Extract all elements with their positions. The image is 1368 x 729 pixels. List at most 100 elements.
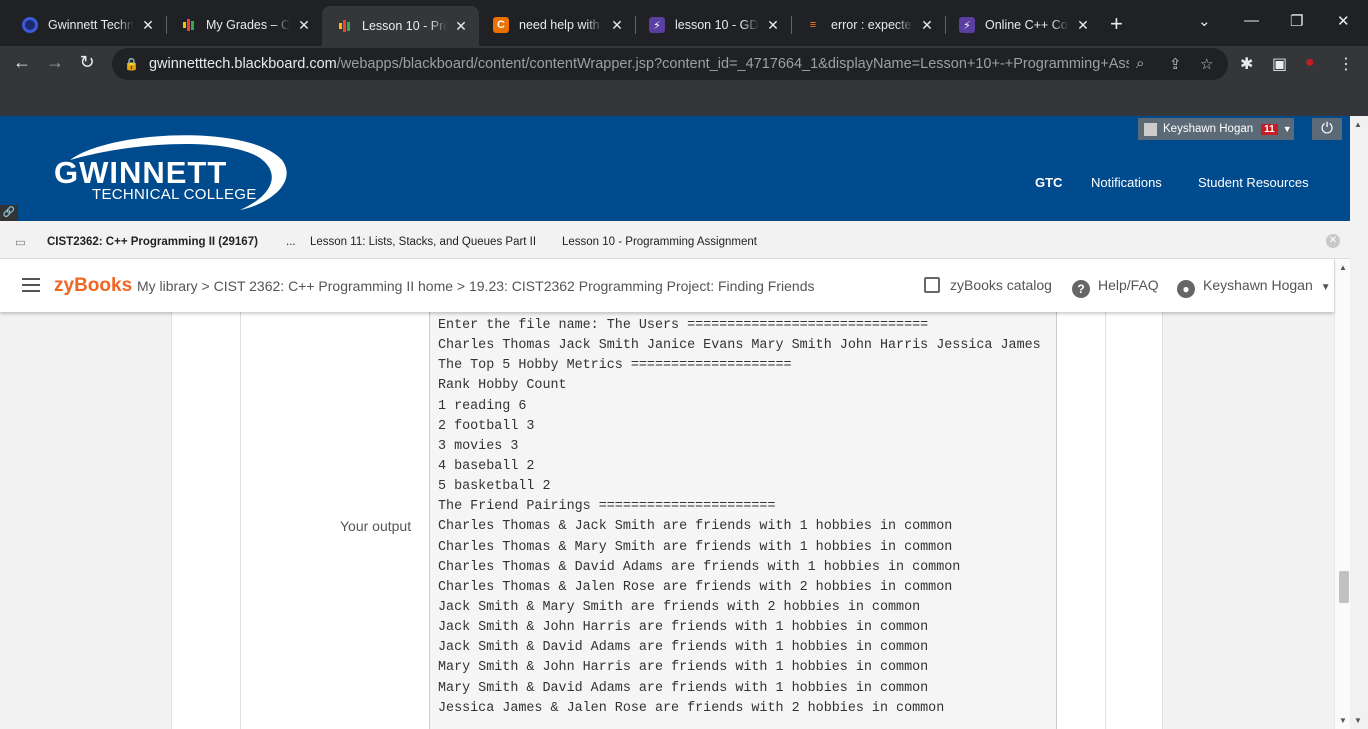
close-tab-icon[interactable]: ✕: [140, 17, 156, 34]
browser-tab-strip: Gwinnett Technic ✕ My Grades – CIS ✕ Les…: [0, 0, 1368, 46]
nav-student-resources[interactable]: Student Resources: [1198, 175, 1309, 190]
zybooks-user-menu[interactable]: ● Keyshawn Hogan ▼: [1177, 277, 1331, 298]
bar-chart-favicon-icon: [336, 18, 352, 34]
output-line: Jack Smith & John Harris are friends wit…: [438, 620, 929, 636]
output-line: Jack Smith & Mary Smith are friends with…: [438, 599, 921, 615]
tab-title: Online C++ Com: [985, 18, 1069, 32]
output-line: 5 basketball 2: [438, 479, 551, 495]
stackoverflow-favicon-icon: ≡: [809, 19, 817, 31]
breadcrumb-ellipsis[interactable]: ...: [286, 236, 296, 248]
tab-lesson-10-programming[interactable]: Lesson 10 - Prog ✕: [322, 6, 479, 46]
reload-button[interactable]: ↻: [75, 52, 99, 73]
share-icon[interactable]: ⇪: [1169, 55, 1182, 73]
address-bar[interactable]: 🔒 gwinnetttech.blackboard.com/webapps/bl…: [112, 48, 1228, 80]
close-window-button[interactable]: ✕: [1337, 12, 1350, 30]
output-line: 3 movies 3: [438, 438, 519, 454]
menu-kebab-icon[interactable]: ⋮: [1338, 54, 1354, 74]
close-tab-icon[interactable]: ✕: [919, 17, 935, 34]
help-faq-link[interactable]: ? Help/FAQ: [1072, 277, 1159, 298]
url-text: gwinnetttech.blackboard.com/webapps/blac…: [148, 56, 1129, 72]
chevron-down-icon: ▼: [1320, 282, 1331, 293]
forward-button[interactable]: →: [43, 52, 67, 73]
inner-scrollbar[interactable]: ▲ ▼: [1334, 259, 1350, 729]
tab-title: lesson 10 - GDB: [675, 18, 759, 32]
close-tab-icon[interactable]: ✕: [296, 17, 312, 34]
tab-lesson-10-gdb[interactable]: ⚡ lesson 10 - GDB ✕: [635, 8, 791, 42]
hamburger-menu-icon[interactable]: [22, 278, 40, 292]
breadcrumb: ▭ CIST2362: C++ Programming II (29167) .…: [0, 221, 1350, 259]
zoom-search-icon[interactable]: ⌕: [1136, 55, 1144, 72]
output-line: Mary Smith & John Harris are friends wit…: [438, 660, 929, 676]
scroll-up-arrow-icon[interactable]: ▲: [1354, 120, 1362, 129]
tab-title: error : expected: [831, 18, 913, 32]
profile-avatar-icon[interactable]: ●: [1305, 54, 1315, 72]
tab-online-cpp-compiler[interactable]: ⚡ Online C++ Com ✕: [945, 8, 1101, 42]
extensions-puzzle-icon[interactable]: ✱: [1240, 54, 1253, 74]
help-icon: ?: [1072, 280, 1090, 298]
gwinnett-logo[interactable]: GWINNETT TECHNICAL COLLEGE: [50, 130, 290, 212]
chevron-down-icon: ▼: [1282, 124, 1292, 134]
output-line: Jessica James & Jalen Rose are friends w…: [438, 700, 945, 716]
course-menu-icon[interactable]: ▭: [15, 235, 26, 249]
tab-my-grades[interactable]: My Grades – CIS ✕: [166, 8, 322, 42]
logo-line2: TECHNICAL COLLEGE: [92, 186, 257, 203]
bolt-favicon-icon: ⚡: [959, 17, 975, 33]
close-icon[interactable]: ✕: [1326, 234, 1340, 248]
zybooks-header: zyBooks My library > CIST 2362: C++ Prog…: [0, 259, 1334, 312]
bar-chart-favicon-icon: [180, 17, 196, 33]
close-tab-icon[interactable]: ✕: [1075, 17, 1091, 34]
nav-notifications[interactable]: Notifications: [1091, 175, 1162, 190]
page-scrollbar[interactable]: ▲ ▼: [1350, 116, 1368, 729]
tab-title: Lesson 10 - Prog: [362, 19, 447, 33]
close-tab-icon[interactable]: ✕: [765, 17, 781, 34]
restore-button[interactable]: ❐: [1290, 12, 1303, 30]
output-line: Jack Smith & David Adams are friends wit…: [438, 640, 929, 656]
output-line: 2 football 3: [438, 418, 535, 434]
bookmark-star-icon[interactable]: ☆: [1200, 55, 1213, 73]
tab-stackoverflow-error[interactable]: ≡ error : expected ✕: [791, 8, 945, 42]
output-line: The Top 5 Hobby Metrics ================…: [438, 358, 792, 374]
back-button[interactable]: ←: [10, 52, 34, 73]
output-line: Enter the file name: The Users =========…: [438, 318, 929, 333]
avatar: [1144, 122, 1157, 136]
breadcrumb-lesson[interactable]: Lesson 11: Lists, Stacks, and Queues Par…: [310, 236, 536, 248]
tab-gwinnett-technical[interactable]: Gwinnett Technic ✕: [8, 8, 166, 42]
new-tab-button[interactable]: +: [1110, 13, 1123, 35]
scrollbar-thumb[interactable]: [1339, 571, 1349, 603]
output-line: Rank Hobby Count: [438, 378, 567, 394]
bookmark-bar: [0, 82, 1368, 116]
zybooks-catalog-link[interactable]: zyBooks catalog: [924, 277, 1052, 293]
nav-gtc[interactable]: GTC: [1035, 175, 1062, 190]
zybooks-breadcrumb[interactable]: My library > CIST 2362: C++ Programming …: [137, 278, 814, 294]
minimize-button[interactable]: —: [1244, 12, 1259, 29]
logout-power-button[interactable]: ⏻: [1312, 118, 1342, 140]
side-panel-icon[interactable]: ▣: [1272, 54, 1287, 74]
breadcrumb-course[interactable]: CIST2362: C++ Programming II (29167): [47, 236, 258, 248]
tab-title: Gwinnett Technic: [48, 18, 134, 32]
zybooks-logo[interactable]: zyBooks: [54, 275, 132, 297]
output-line: Charles Thomas & Jack Smith are friends …: [438, 519, 953, 535]
output-line: The Friend Pairings ====================…: [438, 499, 776, 515]
scroll-down-arrow-icon[interactable]: ▼: [1354, 716, 1362, 725]
user-menu[interactable]: Keyshawn Hogan 11 ▼: [1138, 118, 1294, 140]
output-lines: Enter the file name: The Users =========…: [438, 316, 1041, 719]
user-name: Keyshawn Hogan: [1163, 123, 1254, 135]
output-line: Charles Thomas & Mary Smith are friends …: [438, 539, 953, 555]
bolt-favicon-icon: ⚡: [649, 17, 665, 33]
output-line: Mary Smith & David Adams are friends wit…: [438, 680, 929, 696]
close-tab-icon[interactable]: ✕: [609, 17, 625, 34]
link-icon[interactable]: 🔗: [0, 205, 18, 221]
output-box[interactable]: Enter the file name: The Users =========…: [429, 312, 1057, 729]
scroll-up-arrow-icon[interactable]: ▲: [1339, 263, 1347, 272]
tab-search-chevron-icon[interactable]: ⌄: [1198, 12, 1211, 30]
close-tab-icon[interactable]: ✕: [453, 18, 469, 35]
chegg-favicon-icon: C: [493, 17, 509, 33]
tab-title: My Grades – CIS: [206, 18, 290, 32]
lock-icon: 🔒: [124, 57, 139, 71]
tab-chegg-help[interactable]: C need help with n ✕: [479, 8, 635, 42]
book-icon: [924, 277, 940, 293]
breadcrumb-current: Lesson 10 - Programming Assignment: [562, 236, 757, 248]
scroll-down-arrow-icon[interactable]: ▼: [1339, 716, 1347, 725]
notification-badge: 11: [1261, 123, 1278, 135]
output-line: 4 baseball 2: [438, 458, 535, 474]
